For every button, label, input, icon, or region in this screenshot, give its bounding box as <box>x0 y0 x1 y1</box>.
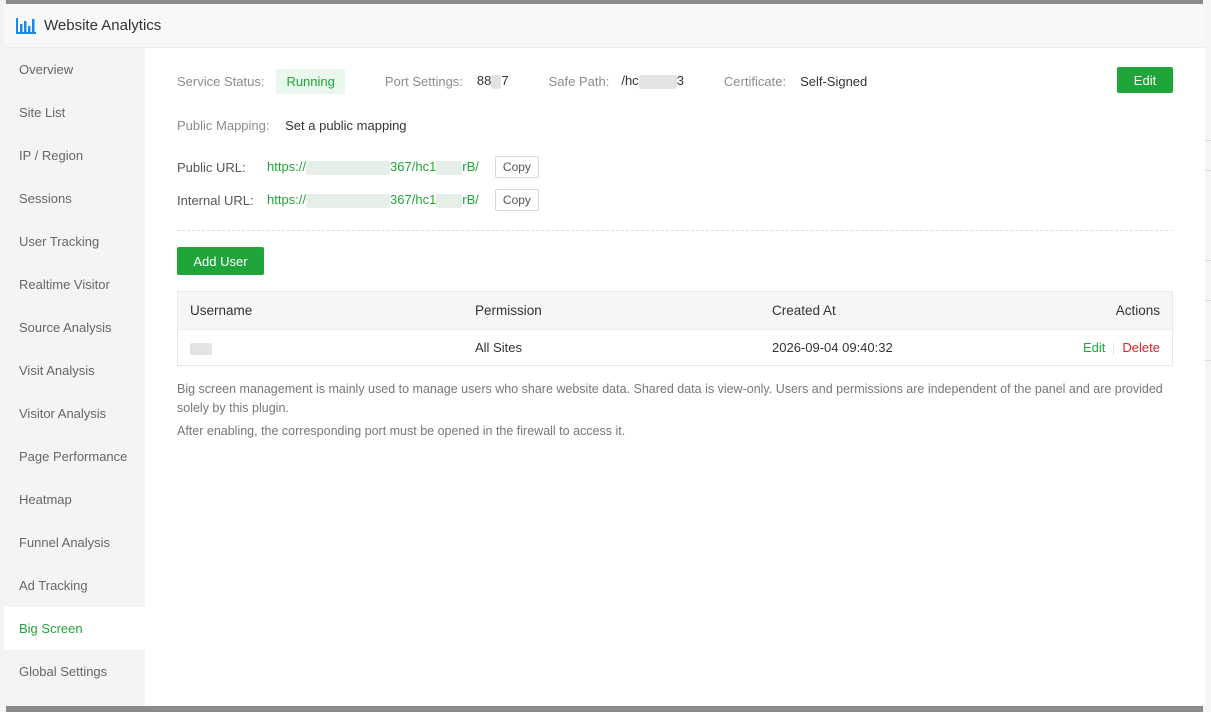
copy-public-url-button[interactable]: Copy <box>494 156 539 178</box>
sidebar-nav: Overview Site List IP / Region Sessions … <box>4 48 145 706</box>
sidebar-item-source-analysis[interactable]: Source Analysis <box>4 306 145 349</box>
set-public-mapping-link[interactable]: Set a public mapping <box>285 118 406 133</box>
sidebar-item-funnel-analysis[interactable]: Funnel Analysis <box>4 521 145 564</box>
edit-service-button[interactable]: Edit <box>1117 67 1173 93</box>
sidebar-item-site-list[interactable]: Site List <box>4 91 145 134</box>
help-note-1: Big screen management is mainly used to … <box>177 382 1163 415</box>
redacted-block <box>638 74 677 89</box>
internal-url-label: Internal URL: <box>177 192 254 208</box>
certificate-label: Certificate: <box>723 73 787 89</box>
status-badge: Running <box>276 68 345 94</box>
redacted-block <box>491 74 502 89</box>
public-mapping-row: Public Mapping: Set a public mapping <box>177 118 407 133</box>
public-mapping-label: Public Mapping: <box>177 118 270 133</box>
port-prefix: 88 <box>476 73 492 89</box>
analytics-window: Website Analytics Overview Site List IP … <box>4 4 1205 706</box>
safe-path-suffix: 3 <box>676 73 684 89</box>
redacted-block <box>436 160 463 175</box>
sidebar-item-page-performance[interactable]: Page Performance <box>4 435 145 478</box>
safe-path-prefix: /hc <box>621 73 639 89</box>
service-info-row: Service Status: Running Port Settings: 8… <box>177 66 1173 96</box>
redacted-block <box>436 193 463 208</box>
redacted-block <box>306 160 391 175</box>
column-header-username: Username <box>190 303 253 318</box>
delete-user-link[interactable]: Delete <box>1122 340 1160 355</box>
certificate-value: Self-Signed <box>800 73 868 89</box>
sidebar-item-heatmap[interactable]: Heatmap <box>4 478 145 521</box>
copy-internal-url-button[interactable]: Copy <box>494 189 539 211</box>
sidebar-item-ip-region[interactable]: IP / Region <box>4 134 145 177</box>
edit-user-link[interactable]: Edit <box>1083 340 1105 355</box>
actions-cell: Edit Delete <box>1022 340 1172 355</box>
port-value: 88 7 <box>477 73 509 89</box>
internal-url-suffix: rB/ <box>462 192 479 208</box>
bar-chart-icon <box>16 17 36 34</box>
sidebar-item-visit-analysis[interactable]: Visit Analysis <box>4 349 145 392</box>
sidebar-item-user-tracking[interactable]: User Tracking <box>4 220 145 263</box>
service-status-label: Service Status: <box>177 73 265 89</box>
public-url-suffix: rB/ <box>462 159 479 175</box>
public-url-mid: 367/hc1 <box>390 159 437 175</box>
sidebar-item-global-settings[interactable]: Global Settings <box>4 650 145 693</box>
safe-path-value: /hc 3 <box>621 73 684 89</box>
column-header-created-at: Created At <box>772 303 836 318</box>
internal-url-link[interactable]: https:// 367/hc1 rB/ <box>267 192 479 208</box>
column-header-actions: Actions <box>1115 303 1160 318</box>
sidebar-item-sessions[interactable]: Sessions <box>4 177 145 220</box>
table-row: All Sites 2026-09-04 09:40:32 Edit Delete <box>178 329 1172 365</box>
main-content: Service Status: Running Port Settings: 8… <box>145 48 1205 706</box>
sidebar-item-ad-tracking[interactable]: Ad Tracking <box>4 564 145 607</box>
column-header-permission: Permission <box>475 303 542 318</box>
users-table: Username Permission Created At Actions A… <box>177 291 1173 366</box>
add-user-button[interactable]: Add User <box>177 247 264 275</box>
sidebar-item-overview[interactable]: Overview <box>4 48 145 91</box>
public-url-row: Public URL: https:// 367/hc1 rB/ Copy <box>177 156 539 178</box>
table-header: Username Permission Created At Actions <box>178 292 1172 329</box>
port-suffix: 7 <box>501 73 509 89</box>
section-divider <box>177 230 1173 231</box>
public-url-label: Public URL: <box>177 159 246 175</box>
public-url-prefix: https:// <box>267 159 307 175</box>
internal-url-prefix: https:// <box>267 192 307 208</box>
created-at-cell: 2026-09-04 09:40:32 <box>772 340 893 355</box>
app-title: Website Analytics <box>44 17 162 34</box>
action-divider <box>1113 342 1115 355</box>
sidebar-item-realtime-visitor[interactable]: Realtime Visitor <box>4 263 145 306</box>
sidebar-item-big-screen[interactable]: Big Screen <box>4 607 145 650</box>
internal-url-mid: 367/hc1 <box>390 192 437 208</box>
sidebar-item-visitor-analysis[interactable]: Visitor Analysis <box>4 392 145 435</box>
internal-url-row: Internal URL: https:// 367/hc1 rB/ Copy <box>177 189 539 211</box>
title-bar: Website Analytics <box>4 4 1205 48</box>
redacted-block <box>190 342 212 355</box>
permission-cell: All Sites <box>475 340 522 355</box>
username-cell <box>178 340 475 355</box>
port-settings-label: Port Settings: <box>384 73 463 89</box>
help-note-2: After enabling, the corresponding port m… <box>177 424 626 438</box>
safe-path-label: Safe Path: <box>548 73 610 89</box>
public-url-link[interactable]: https:// 367/hc1 rB/ <box>267 159 479 175</box>
redacted-block <box>306 193 391 208</box>
